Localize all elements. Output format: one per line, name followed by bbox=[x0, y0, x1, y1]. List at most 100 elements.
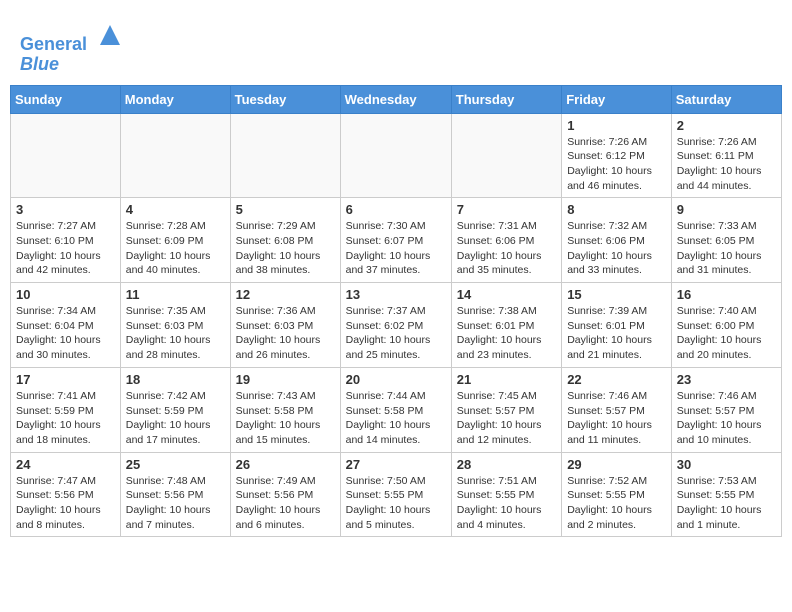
calendar-day-cell: 21Sunrise: 7:45 AMSunset: 5:57 PMDayligh… bbox=[451, 367, 561, 452]
calendar-day-cell: 3 Sunrise: 7:27 AMSunset: 6:10 PMDaylight… bbox=[11, 198, 121, 283]
logo-icon bbox=[95, 20, 125, 50]
day-number: 30 bbox=[677, 457, 776, 472]
calendar-week-row: 10 Sunrise: 7:34 AMSunset: 6:04 PMDayligh… bbox=[11, 283, 782, 368]
day-number: 4 bbox=[126, 202, 225, 217]
day-number: 24 bbox=[16, 457, 115, 472]
day-info: Sunrise: 7:53 AMSunset: 5:55 PMDaylight:… bbox=[677, 474, 776, 533]
day-info: Sunrise: 7:38 AMSunset: 6:01 PMDaylight:… bbox=[457, 304, 556, 363]
day-info: Sunrise: 7:52 AMSunset: 5:55 PMDaylight:… bbox=[567, 474, 666, 533]
day-info: Sunrise: 7:37 AMSunset: 6:02 PMDaylight:… bbox=[346, 304, 446, 363]
day-info: Sunrise: 7:48 AMSunset: 5:56 PMDaylight:… bbox=[126, 474, 225, 533]
day-number: 14 bbox=[457, 287, 556, 302]
calendar-day-cell: 10 Sunrise: 7:34 AMSunset: 6:04 PMDayligh… bbox=[11, 283, 121, 368]
day-number: 10 bbox=[16, 287, 115, 302]
calendar-week-row: 1 Sunrise: 7:26 AMSunset: 6:12 PMDaylight… bbox=[11, 113, 782, 198]
day-number: 27 bbox=[346, 457, 446, 472]
calendar-day-cell: 11Sunrise: 7:35 AMSunset: 6:03 PMDayligh… bbox=[120, 283, 230, 368]
calendar-header-row: SundayMondayTuesdayWednesdayThursdayFrid… bbox=[11, 85, 782, 113]
day-info: Sunrise: 7:43 AMSunset: 5:58 PMDaylight:… bbox=[236, 389, 335, 448]
calendar-day-cell: 20 Sunrise: 7:44 AMSunset: 5:58 PMDayligh… bbox=[340, 367, 451, 452]
day-info: Sunrise: 7:49 AMSunset: 5:56 PMDaylight:… bbox=[236, 474, 335, 533]
day-number: 20 bbox=[346, 372, 446, 387]
day-number: 15 bbox=[567, 287, 666, 302]
day-number: 9 bbox=[677, 202, 776, 217]
calendar-week-row: 17Sunrise: 7:41 AMSunset: 5:59 PMDayligh… bbox=[11, 367, 782, 452]
day-info: Sunrise: 7:29 AMSunset: 6:08 PMDaylight:… bbox=[236, 219, 335, 278]
day-info: Sunrise: 7:26 AMSunset: 6:11 PMDaylight:… bbox=[677, 135, 776, 194]
day-number: 2 bbox=[677, 118, 776, 133]
day-number: 26 bbox=[236, 457, 335, 472]
day-number: 29 bbox=[567, 457, 666, 472]
day-number: 22 bbox=[567, 372, 666, 387]
day-info: Sunrise: 7:42 AMSunset: 5:59 PMDaylight:… bbox=[126, 389, 225, 448]
day-number: 1 bbox=[567, 118, 666, 133]
calendar-day-cell bbox=[230, 113, 340, 198]
page-header: General Blue bbox=[10, 10, 782, 80]
day-info: Sunrise: 7:27 AMSunset: 6:10 PMDaylight:… bbox=[16, 219, 115, 278]
calendar-day-cell: 25 Sunrise: 7:48 AMSunset: 5:56 PMDayligh… bbox=[120, 452, 230, 537]
day-number: 25 bbox=[126, 457, 225, 472]
day-info: Sunrise: 7:36 AMSunset: 6:03 PMDaylight:… bbox=[236, 304, 335, 363]
day-info: Sunrise: 7:46 AMSunset: 5:57 PMDaylight:… bbox=[567, 389, 666, 448]
calendar-day-cell: 9 Sunrise: 7:33 AMSunset: 6:05 PMDaylight… bbox=[671, 198, 781, 283]
weekday-header: Friday bbox=[562, 85, 672, 113]
calendar-day-cell bbox=[340, 113, 451, 198]
calendar-day-cell bbox=[11, 113, 121, 198]
weekday-header: Tuesday bbox=[230, 85, 340, 113]
weekday-header: Thursday bbox=[451, 85, 561, 113]
calendar-day-cell: 28 Sunrise: 7:51 AMSunset: 5:55 PMDayligh… bbox=[451, 452, 561, 537]
day-number: 28 bbox=[457, 457, 556, 472]
calendar-week-row: 3 Sunrise: 7:27 AMSunset: 6:10 PMDaylight… bbox=[11, 198, 782, 283]
day-number: 18 bbox=[126, 372, 225, 387]
day-number: 11 bbox=[126, 287, 225, 302]
day-info: Sunrise: 7:31 AMSunset: 6:06 PMDaylight:… bbox=[457, 219, 556, 278]
day-info: Sunrise: 7:34 AMSunset: 6:04 PMDaylight:… bbox=[16, 304, 115, 363]
calendar-day-cell: 26 Sunrise: 7:49 AMSunset: 5:56 PMDayligh… bbox=[230, 452, 340, 537]
calendar-day-cell: 13 Sunrise: 7:37 AMSunset: 6:02 PMDayligh… bbox=[340, 283, 451, 368]
day-number: 12 bbox=[236, 287, 335, 302]
day-number: 7 bbox=[457, 202, 556, 217]
logo: General Blue bbox=[20, 20, 125, 75]
day-info: Sunrise: 7:40 AMSunset: 6:00 PMDaylight:… bbox=[677, 304, 776, 363]
day-info: Sunrise: 7:30 AMSunset: 6:07 PMDaylight:… bbox=[346, 219, 446, 278]
day-info: Sunrise: 7:50 AMSunset: 5:55 PMDaylight:… bbox=[346, 474, 446, 533]
day-info: Sunrise: 7:44 AMSunset: 5:58 PMDaylight:… bbox=[346, 389, 446, 448]
calendar-day-cell: 27 Sunrise: 7:50 AMSunset: 5:55 PMDayligh… bbox=[340, 452, 451, 537]
day-number: 13 bbox=[346, 287, 446, 302]
weekday-header: Monday bbox=[120, 85, 230, 113]
weekday-header: Sunday bbox=[11, 85, 121, 113]
day-number: 23 bbox=[677, 372, 776, 387]
calendar-day-cell: 19 Sunrise: 7:43 AMSunset: 5:58 PMDayligh… bbox=[230, 367, 340, 452]
day-info: Sunrise: 7:39 AMSunset: 6:01 PMDaylight:… bbox=[567, 304, 666, 363]
calendar-day-cell: 30 Sunrise: 7:53 AMSunset: 5:55 PMDayligh… bbox=[671, 452, 781, 537]
calendar-day-cell: 5Sunrise: 7:29 AMSunset: 6:08 PMDaylight… bbox=[230, 198, 340, 283]
day-number: 6 bbox=[346, 202, 446, 217]
calendar-day-cell: 6 Sunrise: 7:30 AMSunset: 6:07 PMDaylight… bbox=[340, 198, 451, 283]
day-number: 21 bbox=[457, 372, 556, 387]
logo-blue: Blue bbox=[20, 54, 59, 74]
calendar-day-cell: 23 Sunrise: 7:46 AMSunset: 5:57 PMDayligh… bbox=[671, 367, 781, 452]
day-info: Sunrise: 7:46 AMSunset: 5:57 PMDaylight:… bbox=[677, 389, 776, 448]
day-number: 19 bbox=[236, 372, 335, 387]
calendar-day-cell: 1 Sunrise: 7:26 AMSunset: 6:12 PMDaylight… bbox=[562, 113, 672, 198]
calendar-day-cell bbox=[120, 113, 230, 198]
calendar-day-cell: 4 Sunrise: 7:28 AMSunset: 6:09 PMDaylight… bbox=[120, 198, 230, 283]
weekday-header: Saturday bbox=[671, 85, 781, 113]
calendar-day-cell: 14 Sunrise: 7:38 AMSunset: 6:01 PMDayligh… bbox=[451, 283, 561, 368]
calendar-day-cell: 2 Sunrise: 7:26 AMSunset: 6:11 PMDaylight… bbox=[671, 113, 781, 198]
logo-general: General bbox=[20, 34, 87, 54]
calendar-day-cell: 22 Sunrise: 7:46 AMSunset: 5:57 PMDayligh… bbox=[562, 367, 672, 452]
day-info: Sunrise: 7:33 AMSunset: 6:05 PMDaylight:… bbox=[677, 219, 776, 278]
day-info: Sunrise: 7:32 AMSunset: 6:06 PMDaylight:… bbox=[567, 219, 666, 278]
calendar-day-cell: 18 Sunrise: 7:42 AMSunset: 5:59 PMDayligh… bbox=[120, 367, 230, 452]
day-info: Sunrise: 7:26 AMSunset: 6:12 PMDaylight:… bbox=[567, 135, 666, 194]
calendar-day-cell: 24Sunrise: 7:47 AMSunset: 5:56 PMDayligh… bbox=[11, 452, 121, 537]
day-info: Sunrise: 7:28 AMSunset: 6:09 PMDaylight:… bbox=[126, 219, 225, 278]
day-info: Sunrise: 7:51 AMSunset: 5:55 PMDaylight:… bbox=[457, 474, 556, 533]
day-number: 8 bbox=[567, 202, 666, 217]
calendar-day-cell: 8 Sunrise: 7:32 AMSunset: 6:06 PMDaylight… bbox=[562, 198, 672, 283]
calendar-day-cell: 29 Sunrise: 7:52 AMSunset: 5:55 PMDayligh… bbox=[562, 452, 672, 537]
calendar-table: SundayMondayTuesdayWednesdayThursdayFrid… bbox=[10, 85, 782, 538]
calendar-day-cell bbox=[451, 113, 561, 198]
day-number: 3 bbox=[16, 202, 115, 217]
